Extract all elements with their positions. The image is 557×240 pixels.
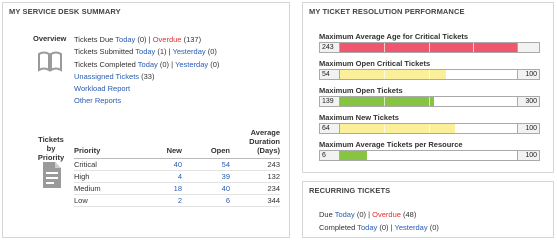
gauge-tick — [428, 43, 430, 52]
panel-title: MY TICKET RESOLUTION PERFORMANCE — [309, 7, 465, 16]
new-header: New — [142, 128, 182, 159]
panel-title: RECURRING TICKETS — [309, 186, 391, 195]
duration-header: Average Duration (Days) — [230, 128, 280, 159]
document-icon — [43, 162, 61, 188]
tickets-by-priority-label: Tickets by Priority — [37, 135, 65, 162]
resolution-performance-panel: MY TICKET RESOLUTION PERFORMANCE Maximum… — [302, 2, 554, 173]
book-icon — [38, 51, 62, 72]
gauge-tick — [472, 124, 474, 133]
metric-open-critical: Maximum Open Critical Tickets 54 100 — [319, 59, 540, 80]
new-count-link[interactable]: 40 — [142, 158, 182, 171]
open-count-link[interactable]: 39 — [182, 170, 230, 183]
gauge-tick — [384, 97, 386, 106]
new-count-link[interactable]: 4 — [142, 170, 182, 183]
open-count-link[interactable]: 40 — [182, 182, 230, 195]
gauge-tick — [472, 43, 474, 52]
gauge-tick — [384, 43, 386, 52]
gauge-bar: 64 100 — [319, 123, 540, 134]
recurring-completed-today-link[interactable]: Today — [357, 223, 377, 232]
recurring-due-today-link[interactable]: Today — [335, 210, 355, 219]
priority-table: Priority New Open Average Duration (Days… — [74, 128, 280, 207]
overview-lines: Tickets Due Today (0) | Overdue (137) Ti… — [74, 34, 219, 108]
table-row: High 4 39 132 — [74, 170, 280, 183]
recurring-overdue-link[interactable]: Overdue — [372, 210, 401, 219]
gauge-bar: 54 100 — [319, 69, 540, 80]
table-row: Critical 40 54 243 — [74, 158, 280, 171]
recurring-due-line: Due Today (0) | Overdue (48) — [319, 210, 417, 219]
overview-label: Overview — [33, 34, 67, 43]
table-header-row: Priority New Open Average Duration (Days… — [74, 128, 280, 159]
gauge-fill — [340, 97, 434, 106]
submitted-yesterday-link[interactable]: Yesterday — [173, 47, 206, 56]
gauge-tick — [472, 151, 474, 160]
overdue-link[interactable]: Overdue — [153, 35, 182, 44]
gauge-tick — [472, 70, 474, 79]
recurring-completed-yesterday-link[interactable]: Yesterday — [395, 223, 428, 232]
metric-avg-per-resource: Maximum Average Tickets per Resource 6 1… — [319, 140, 540, 161]
gauge-fill — [340, 151, 367, 160]
gauge-bar: 139 300 — [319, 96, 540, 107]
tickets-submitted-line: Tickets Submitted Today (1) | Yesterday … — [74, 47, 217, 57]
open-count-link[interactable]: 54 — [182, 158, 230, 171]
other-reports-link[interactable]: Other Reports — [74, 96, 121, 105]
table-row: Low 2 6 344 — [74, 194, 280, 207]
gauge-tick — [428, 151, 430, 160]
priority-header: Priority — [74, 128, 142, 159]
metric-new-tickets: Maximum New Tickets 64 100 — [319, 113, 540, 134]
workload-report-link[interactable]: Workload Report — [74, 84, 130, 93]
gauge-fill — [340, 70, 447, 79]
gauge-tick — [428, 124, 430, 133]
unassigned-line: Unassigned Tickets (33) — [74, 71, 155, 81]
new-count-link[interactable]: 18 — [142, 182, 182, 195]
unassigned-tickets-link[interactable]: Unassigned Tickets — [74, 72, 139, 81]
table-row: Medium 18 40 234 — [74, 182, 280, 195]
open-count-link[interactable]: 6 — [182, 194, 230, 207]
gauge-tick — [428, 97, 430, 106]
panel-title: MY SERVICE DESK SUMMARY — [9, 7, 121, 16]
gauge-tick — [384, 70, 386, 79]
open-header: Open — [182, 128, 230, 159]
gauge-tick — [384, 151, 386, 160]
metric-open-tickets: Maximum Open Tickets 139 300 — [319, 86, 540, 107]
tickets-completed-line: Tickets Completed Today (0) | Yesterday … — [74, 59, 220, 69]
completed-yesterday-link[interactable]: Yesterday — [175, 60, 208, 69]
metric-avg-age-critical: Maximum Average Age for Critical Tickets… — [319, 32, 540, 53]
gauge-tick — [428, 70, 430, 79]
submitted-today-link[interactable]: Today — [135, 47, 155, 56]
gauge-bar: 243 — [319, 42, 540, 53]
due-today-link[interactable]: Today — [115, 35, 135, 44]
recurring-lines: Due Today (0) | Overdue (48) Completed T… — [319, 209, 439, 234]
recurring-completed-line: Completed Today (0) | Yesterday (0) — [319, 222, 439, 232]
tickets-due-line: Tickets Due Today (0) | Overdue (137) — [74, 35, 202, 44]
service-desk-summary-panel: MY SERVICE DESK SUMMARY Overview Tickets… — [2, 2, 290, 238]
gauge-bar: 6 100 — [319, 150, 540, 161]
completed-today-link[interactable]: Today — [138, 60, 158, 69]
gauge-tick — [384, 124, 386, 133]
gauge-fill — [340, 124, 456, 133]
gauge-tick — [472, 97, 474, 106]
new-count-link[interactable]: 2 — [142, 194, 182, 207]
recurring-tickets-panel: RECURRING TICKETS Due Today (0) | Overdu… — [302, 181, 554, 238]
